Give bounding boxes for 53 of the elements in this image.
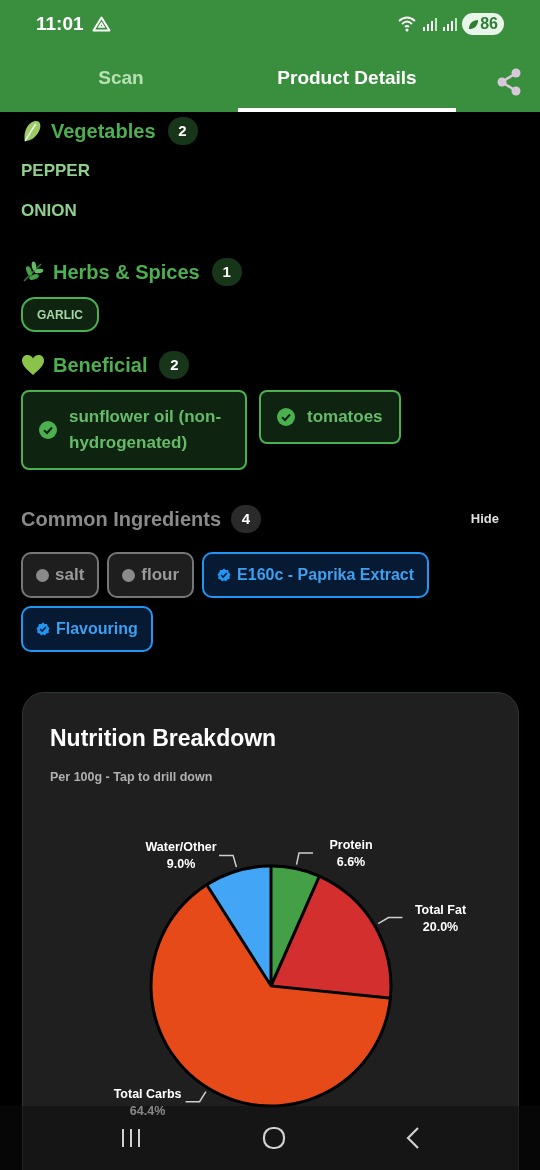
pie-slice[interactable] — [273, 878, 390, 997]
leader-line — [184, 1091, 207, 1103]
recent-apps-icon[interactable] — [120, 1128, 142, 1148]
beneficial-chip[interactable]: tomatoes — [259, 390, 401, 444]
section-title: Beneficial — [53, 353, 148, 378]
slice-label: Total Fat — [414, 902, 467, 917]
additive-chip[interactable]: Flavouring — [21, 606, 153, 652]
section-title: Common Ingredients — [21, 507, 221, 532]
count-badge: 2 — [167, 117, 198, 145]
leader-line — [295, 852, 314, 866]
ingredient-chip[interactable]: GARLIC — [21, 297, 99, 332]
nutrition-card[interactable]: Nutrition Breakdown Per 100g - Tap to drill down Protein 6.6% Total Fat 20.0% Total Carbs 64.4% Water/Other 9.0% — [22, 692, 519, 1170]
section-title: Vegetables — [51, 119, 156, 144]
slice-value: 9.0% — [166, 857, 196, 872]
triangle-icon — [91, 16, 111, 32]
card-title: Nutrition Breakdown — [49, 724, 278, 753]
home-icon[interactable] — [262, 1126, 286, 1150]
section-title: Herbs & Spices — [53, 260, 200, 285]
back-icon[interactable] — [406, 1127, 420, 1149]
count-badge: 4 — [231, 505, 261, 533]
check-circle-icon — [39, 421, 57, 439]
additive-chip[interactable]: E160c - Paprika Extract — [202, 552, 430, 598]
signal-icon — [422, 16, 439, 32]
count-badge: 1 — [211, 258, 242, 286]
share-icon[interactable] — [496, 68, 522, 96]
slice-value: 6.6% — [336, 855, 366, 870]
leader-line — [377, 917, 404, 925]
ingredient-chip[interactable]: flour — [107, 552, 195, 598]
tab[interactable]: Product Details — [238, 48, 456, 112]
ingredient-name: PEPPER — [21, 160, 91, 182]
leader-line — [218, 854, 238, 868]
status-time: 11:01 — [36, 11, 84, 36]
count-badge: 2 — [159, 351, 190, 379]
battery-indicator: 86 — [462, 13, 504, 35]
slice-label: Total Carbs — [113, 1087, 182, 1101]
pie-slice[interactable] — [208, 867, 270, 982]
check-circle-icon — [277, 408, 295, 426]
signal-icon — [442, 16, 459, 32]
pie-slice[interactable] — [272, 867, 318, 980]
ingredient-name: ONION — [21, 199, 78, 222]
herb-icon — [21, 260, 45, 284]
beneficial-chip[interactable]: sunflower oil (non-hydrogenated) — [21, 390, 247, 470]
slice-label: Water/Other — [145, 840, 217, 855]
slice-value: 20.0% — [422, 919, 459, 934]
slice-label: Protein — [329, 838, 373, 853]
verified-badge-icon — [217, 568, 232, 582]
hide-button[interactable]: Hide — [470, 509, 499, 529]
leaf-icon — [468, 18, 480, 30]
ingredient-chip[interactable]: salt — [21, 552, 100, 598]
card-subtitle: Per 100g - Tap to drill down — [49, 768, 214, 786]
heart-icon — [21, 354, 45, 376]
verified-badge-icon — [36, 622, 50, 636]
slice-value: 64.4% — [129, 1104, 166, 1118]
